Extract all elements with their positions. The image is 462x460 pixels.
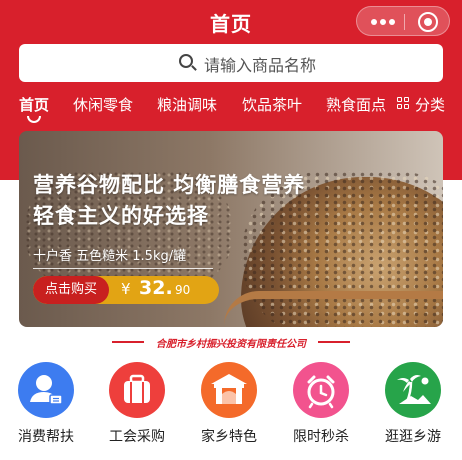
banner-headline: 营养谷物配比 均衡膳食营养 [33,173,306,197]
price-integer: 32. [139,277,173,299]
more-icon[interactable] [371,19,395,25]
capsule-divider [404,14,405,30]
search-placeholder: 请输入商品名称 [204,56,317,75]
user-card-icon [18,362,74,418]
shortcut-consumption-aid[interactable]: 消费帮扶 [4,362,88,452]
search-icon [179,54,193,68]
tab-label: 分类 [415,96,446,114]
banner-product-name: 十户香 五色糙米 1.5kg/罐 [33,249,187,264]
close-target-icon[interactable] [418,12,438,32]
palm-tree-icon [385,362,441,418]
shortcut-label: 消费帮扶 [18,429,74,445]
category-tabs: 首页 休闲零食 粮油调味 饮品茶叶 熟食面点 分类 [0,94,462,124]
promo-banner[interactable]: 营养谷物配比 均衡膳食营养 轻食主义的好选择 十户香 五色糙米 1.5kg/罐 … [19,131,443,327]
alarm-clock-icon [293,362,349,418]
bowl-rim [224,291,443,327]
tab-snacks[interactable]: 休闲零食 [73,94,133,115]
tab-grain-oil[interactable]: 粮油调味 [157,94,217,115]
search-bar[interactable]: 请输入商品名称 [19,44,443,82]
banner-divider [33,268,213,269]
shortcut-label: 家乡特色 [201,429,257,445]
archway-icon [201,362,257,418]
shortcut-flash-sale[interactable]: 限时秒杀 [279,362,363,452]
active-tab-indicator [27,116,41,123]
shortcut-label: 逛逛乡游 [385,429,441,445]
suitcase-icon [109,362,165,418]
shortcut-label: 工会采购 [109,429,165,445]
company-banner: 合肥市乡村振兴投资有限责任公司 [0,335,462,350]
tab-drinks-tea[interactable]: 饮品茶叶 [242,94,302,115]
shortcut-rural-tour[interactable]: 逛逛乡游 [371,362,455,452]
price-decimal: 90 [175,283,191,297]
tab-label: 粮油调味 [157,96,218,114]
tab-label: 休闲零食 [73,96,134,114]
price-currency: ¥ [121,280,131,298]
tab-deli[interactable]: 熟食面点 [326,94,386,115]
shortcut-label: 限时秒杀 [293,429,349,445]
tab-label: 首页 [19,96,50,114]
buy-button[interactable]: 点击购买 [33,276,109,304]
tab-label: 熟食面点 [326,96,387,114]
price-bar: 点击购买 ¥ 32. 90 [33,276,219,304]
shortcut-union-purchase[interactable]: 工会采购 [95,362,179,452]
tab-category[interactable]: 分类 [397,94,445,115]
banner-subheadline: 轻食主义的好选择 [33,204,209,228]
mini-program-capsule [356,6,450,36]
shortcut-hometown-specialty[interactable]: 家乡特色 [187,362,271,452]
company-name: 合肥市乡村振兴投资有限责任公司 [156,339,306,350]
tab-label: 饮品茶叶 [242,96,303,114]
tab-home[interactable]: 首页 [19,94,50,123]
grid-icon [397,97,410,110]
